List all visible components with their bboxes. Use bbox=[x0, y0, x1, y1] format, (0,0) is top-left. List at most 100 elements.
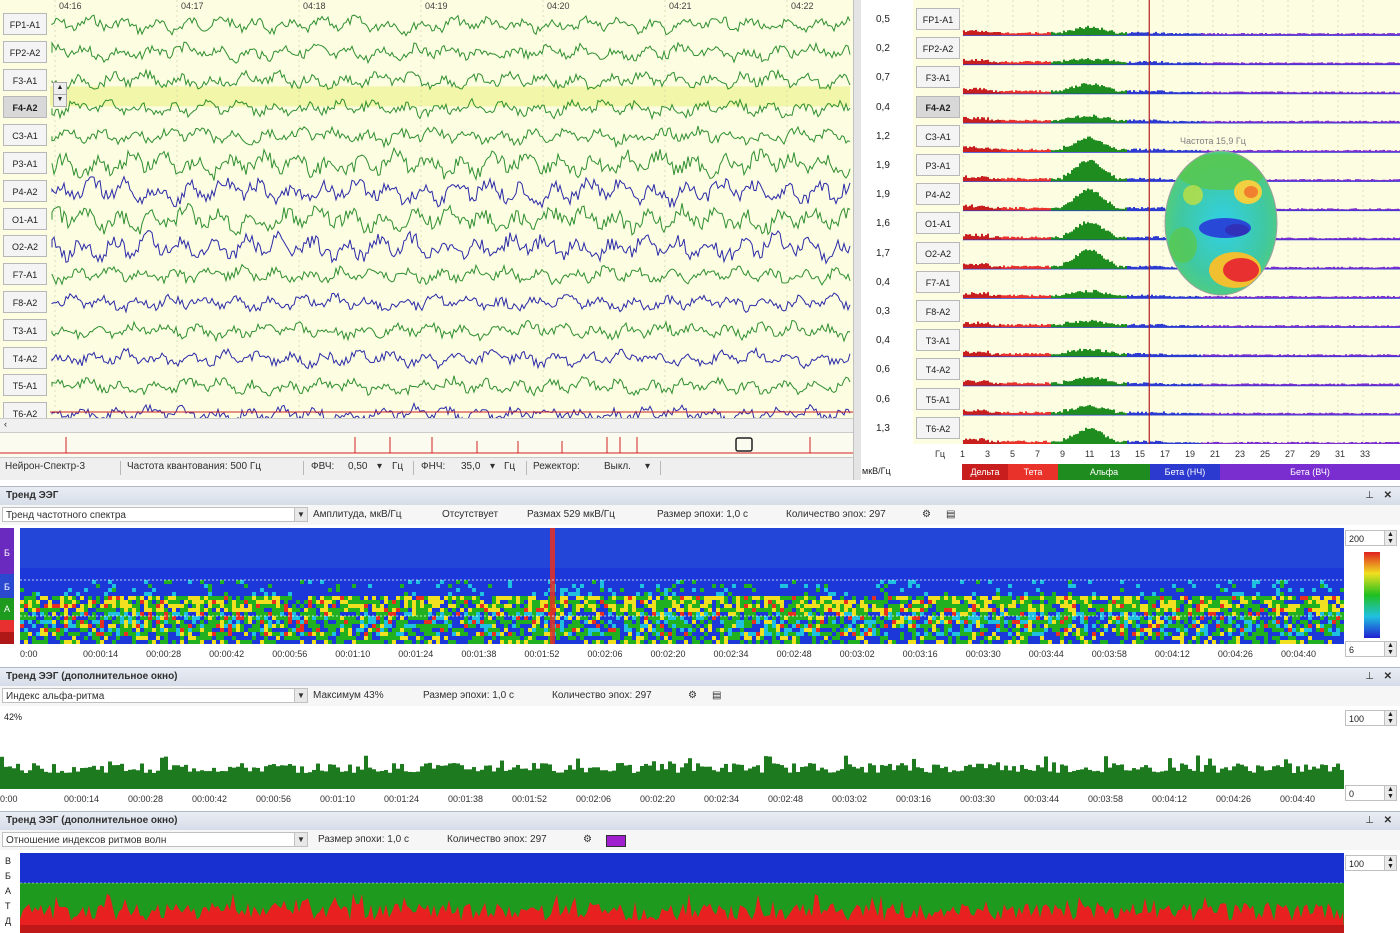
trend1-scale-min[interactable]: 6 ▲ ▼ bbox=[1345, 641, 1397, 657]
freq-tick: 29 bbox=[1310, 449, 1320, 459]
channel-label-c3-a1[interactable]: C3-A1 bbox=[3, 124, 47, 147]
spectrum-amplitude: 0,6 bbox=[876, 364, 890, 376]
settings-icon[interactable]: ⚙ bbox=[688, 686, 697, 706]
trend2-mode-select[interactable]: Индекс альфа-ритма ▼ bbox=[2, 688, 308, 703]
palette-icon[interactable]: ▤ bbox=[712, 686, 721, 706]
channel-label-p3-a1[interactable]: P3-A1 bbox=[3, 152, 47, 174]
time-tick: 00:02:20 bbox=[650, 649, 686, 659]
eeg-trace-t4-a2 bbox=[51, 346, 851, 370]
channel-label-f8-a2[interactable]: F8-A2 bbox=[3, 291, 47, 313]
channel-label-p4-a2[interactable]: P4-A2 bbox=[3, 179, 47, 202]
trend1-param-ref[interactable]: Отсутствует bbox=[442, 505, 498, 525]
spectrum-label-t6-a2[interactable]: T6-A2 bbox=[916, 416, 960, 439]
lpf-value[interactable]: 35,0 bbox=[461, 461, 480, 472]
hpf-dropdown-icon[interactable]: ▾ bbox=[377, 461, 382, 472]
channel-label-o1-a1[interactable]: O1-A1 bbox=[3, 207, 47, 230]
spectrum-label-t3-a1[interactable]: T3-A1 bbox=[916, 329, 960, 352]
channel-label-fp2-a2[interactable]: FP2-A2 bbox=[3, 40, 47, 63]
pin-icon[interactable]: ⊥ bbox=[1365, 812, 1374, 830]
channel-label-o2-a2[interactable]: O2-A2 bbox=[3, 235, 47, 258]
trend2-plot-area[interactable]: 42% bbox=[0, 707, 1344, 790]
color-swatch-icon[interactable] bbox=[606, 835, 626, 847]
spectrum-plot[interactable] bbox=[913, 0, 1400, 444]
pin-icon[interactable]: ⊥ bbox=[1365, 668, 1374, 686]
spectrum-label-t4-a2[interactable]: T4-A2 bbox=[916, 358, 960, 381]
eeg-time-label: 04:21 bbox=[669, 1, 692, 11]
trend2-scale-max[interactable]: 100 ▲ ▼ bbox=[1345, 710, 1397, 726]
hpf-unit: Гц bbox=[392, 461, 404, 472]
time-tick: 00:01:38 bbox=[461, 649, 497, 659]
spectrum-amplitude: 0,5 bbox=[876, 14, 890, 25]
palette-icon[interactable]: ▤ bbox=[946, 505, 955, 525]
trend3-title: Тренд ЭЭГ (дополнительное окно) bbox=[6, 815, 178, 826]
eeg-time-navigator[interactable] bbox=[0, 432, 853, 457]
spectrum-label-p4-a2[interactable]: P4-A2 bbox=[916, 183, 960, 206]
time-tick: 00:04:12 bbox=[1152, 794, 1188, 804]
trend3-ratio-plot[interactable] bbox=[20, 853, 1344, 933]
trend1-mode-select[interactable]: Тренд частотного спектра ▼ bbox=[2, 507, 308, 522]
chevron-down-icon[interactable]: ▼ bbox=[294, 508, 307, 521]
spectrum-label-t5-a1[interactable]: T5-A1 bbox=[916, 387, 960, 410]
topography-map[interactable] bbox=[1163, 150, 1283, 300]
scroll-left-icon[interactable]: ‹ bbox=[4, 419, 7, 429]
spectrum-label-f8-a2[interactable]: F8-A2 bbox=[916, 300, 960, 322]
spectrum-label-fp2-a2[interactable]: FP2-A2 bbox=[916, 37, 960, 60]
time-tick: 00:00:28 bbox=[146, 649, 182, 659]
trend1-scale-max[interactable]: 200 ▲ ▼ bbox=[1345, 530, 1397, 546]
trend3-scale-max[interactable]: 100 ▲ ▼ bbox=[1345, 855, 1397, 871]
hpf-value[interactable]: 0,50 bbox=[348, 461, 367, 472]
band-3: Бета (НЧ) bbox=[1150, 464, 1220, 480]
spectrum-label-o1-a1[interactable]: O1-A1 bbox=[916, 212, 960, 235]
trend2-scale-min[interactable]: 0 ▲ ▼ bbox=[1345, 785, 1397, 801]
spectrum-label-fp1-a1[interactable]: FP1-A1 bbox=[916, 8, 960, 30]
topography-map-label: Частота 15,9 Гц bbox=[1180, 136, 1246, 146]
eeg-trace-panel[interactable]: 04:1604:1704:1804:1904:2004:2104:2204:2 bbox=[0, 0, 853, 418]
channel-label-t3-a1[interactable]: T3-A1 bbox=[3, 318, 47, 341]
spectrum-amplitude: 1,7 bbox=[876, 247, 890, 259]
trend1-param-amplitude[interactable]: Амплитуда, мкВ/Гц bbox=[313, 505, 402, 525]
freq-tick: 19 bbox=[1185, 449, 1195, 459]
settings-icon[interactable]: ⚙ bbox=[922, 505, 931, 525]
chevron-down-icon[interactable]: ▼ bbox=[294, 833, 307, 846]
spectrum-panel[interactable] bbox=[913, 0, 1400, 444]
channel-label-t5-a1[interactable]: T5-A1 bbox=[3, 374, 47, 397]
freq-tick: 21 bbox=[1210, 449, 1220, 459]
spectrum-label-f7-a1[interactable]: F7-A1 bbox=[916, 270, 960, 293]
channel-label-f7-a1[interactable]: F7-A1 bbox=[3, 263, 47, 286]
eeg-trace-t5-a1 bbox=[51, 375, 851, 397]
close-icon[interactable]: ✕ bbox=[1384, 487, 1392, 505]
time-tick: 00:03:02 bbox=[839, 649, 875, 659]
pin-icon[interactable]: ⊥ bbox=[1365, 487, 1374, 505]
spectrum-amplitude-column: 0,5 0,2 0,7 0,4 1,2 1,9 1,9 1,6 1,7 0,4 0,3 0,4 0,6 0… bbox=[861, 0, 913, 480]
trend2-toolbar: Индекс альфа-ритма ▼ Максимум 43% Размер… bbox=[0, 686, 1400, 706]
channel-label-f4-a2[interactable]: F4-A2 bbox=[3, 96, 47, 119]
spectrum-label-o2-a2[interactable]: O2-A2 bbox=[916, 241, 960, 264]
eeg-trace-fp2-a2 bbox=[51, 41, 851, 65]
notch-value[interactable]: Выкл. bbox=[604, 461, 631, 472]
close-icon[interactable]: ✕ bbox=[1384, 668, 1392, 686]
trend1-spectrogram[interactable] bbox=[20, 528, 1344, 644]
spectrum-label-c3-a1[interactable]: C3-A1 bbox=[916, 124, 960, 147]
time-tick: 00:03:30 bbox=[965, 649, 1001, 659]
time-tick: 00:00:42 bbox=[209, 649, 245, 659]
channel-label-f3-a1[interactable]: F3-A1 bbox=[3, 68, 47, 91]
spectrum-label-f4-a2[interactable]: F4-A2 bbox=[916, 95, 960, 118]
channel-label-fp1-a1[interactable]: FP1-A1 bbox=[3, 13, 47, 35]
eeg-traces[interactable]: 04:1604:1704:1804:1904:2004:2104:2204:2 bbox=[0, 0, 853, 418]
spectrum-label-p3-a1[interactable]: P3-A1 bbox=[916, 154, 960, 176]
trend2-param-epoch: Размер эпохи: 1,0 с bbox=[423, 690, 514, 701]
trend3-mode-select[interactable]: Отношение индексов ритмов волн ▼ bbox=[2, 832, 308, 847]
spectrum-label-f3-a1[interactable]: F3-A1 bbox=[916, 66, 960, 89]
trend3-toolbar: Отношение индексов ритмов волн ▼ Размер … bbox=[0, 830, 1400, 850]
close-icon[interactable]: ✕ bbox=[1384, 812, 1392, 830]
channel-scroll-down[interactable]: ▼ bbox=[53, 94, 67, 107]
eeg-horizontal-scrollbar[interactable]: ‹ bbox=[0, 418, 853, 433]
alpha-index-bars bbox=[0, 755, 1344, 789]
lpf-dropdown-icon[interactable]: ▾ bbox=[490, 461, 495, 472]
settings-icon[interactable]: ⚙ bbox=[583, 830, 592, 850]
band-2: Альфа bbox=[1058, 464, 1150, 480]
chevron-down-icon[interactable]: ▼ bbox=[294, 689, 307, 702]
channel-label-t4-a2[interactable]: T4-A2 bbox=[3, 346, 47, 369]
notch-dropdown-icon[interactable]: ▾ bbox=[645, 461, 650, 472]
time-tick: 00:01:10 bbox=[320, 794, 356, 804]
